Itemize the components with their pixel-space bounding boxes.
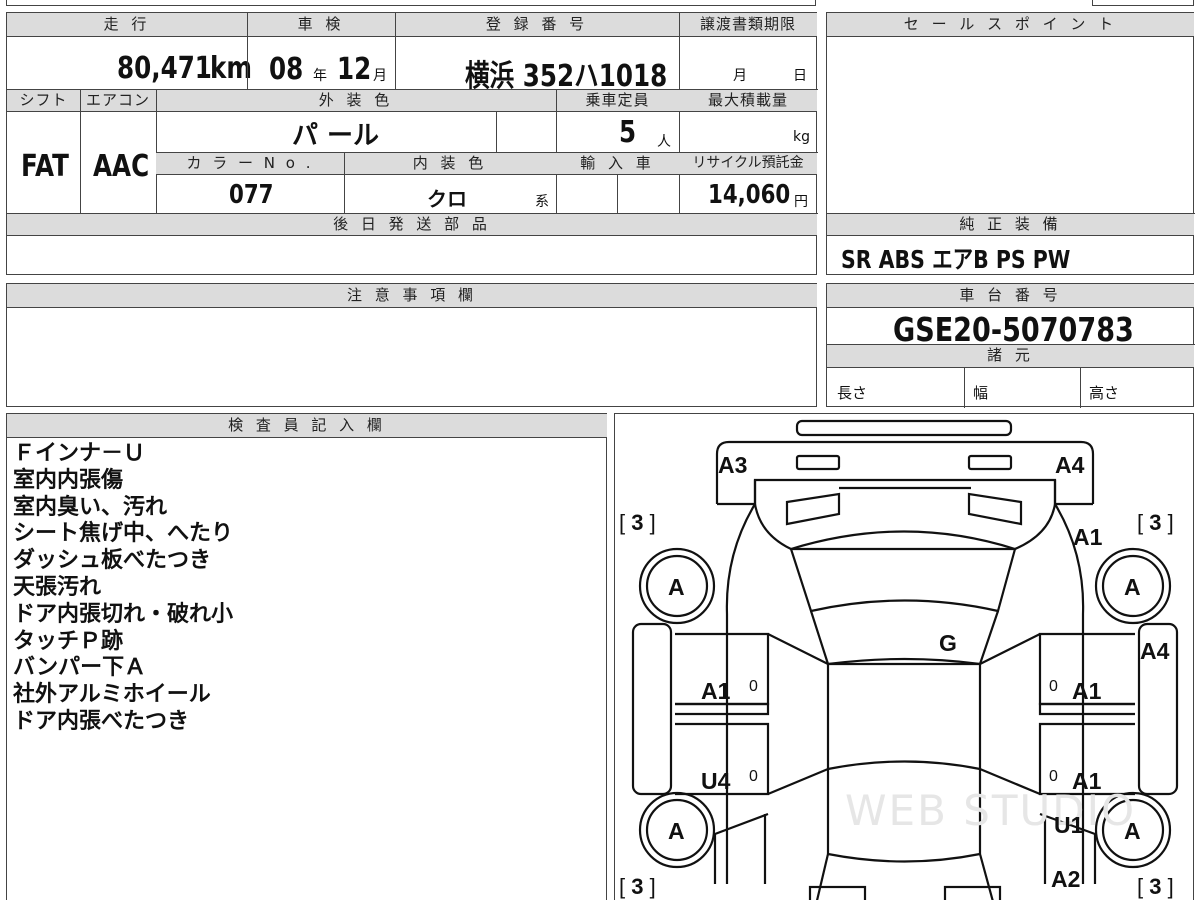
inspection-header: 車 検 bbox=[247, 13, 395, 37]
mark-front-right: A4 bbox=[1055, 452, 1085, 478]
zero-marker: 0 bbox=[749, 678, 758, 695]
later-parts-header: 後 日 発 送 部 品 bbox=[7, 214, 817, 236]
tire-rear-right: A bbox=[1124, 818, 1141, 844]
note-line: 社外アルミホイール bbox=[13, 682, 211, 708]
color-no-value: 077 bbox=[229, 180, 274, 210]
zero-marker: 0 bbox=[1049, 678, 1058, 695]
chassis-header: 車 台 番 号 bbox=[827, 284, 1194, 308]
top-strip bbox=[6, 0, 816, 6]
tread-front-left: [ 3 ] bbox=[619, 510, 656, 535]
interior-header: 内 装 色 bbox=[344, 153, 556, 175]
vehicle-info-table: 走 行 車 検 登 録 番 号 譲渡書類期限 80,471 km 08 年 12… bbox=[6, 12, 818, 275]
mark-fender-right: A1 bbox=[1073, 524, 1103, 550]
spec-width-label: 幅 bbox=[973, 384, 989, 402]
transfer-header: 譲渡書類期限 bbox=[679, 13, 817, 37]
inspection-date: 08 bbox=[269, 52, 311, 87]
tire-rear-left: A bbox=[668, 818, 685, 844]
note-line: 室内内張傷 bbox=[13, 467, 124, 493]
mileage-header: 走 行 bbox=[7, 13, 247, 37]
mark-front-door-right: A1 bbox=[1072, 678, 1102, 704]
note-line: バンパー下Ａ bbox=[13, 655, 147, 681]
interior-value: クロ bbox=[427, 187, 467, 211]
mark-front-left: A3 bbox=[718, 452, 748, 478]
tire-front-left: A bbox=[668, 574, 685, 600]
note-line: ダッシュ板べたつき bbox=[13, 548, 212, 574]
chassis-box: 車 台 番 号 GSE20-5070783 諸 元 長さ 幅 高さ bbox=[826, 283, 1195, 408]
aircon-value: AAC bbox=[93, 149, 150, 184]
transfer-month-unit: 月 bbox=[733, 68, 747, 84]
note-line: タッチＰ跡 bbox=[13, 628, 124, 654]
equipment-value: SR ABS エアB PS PW bbox=[841, 245, 1071, 274]
car-diagram-box: WEB STUDIO A3 A4 A1 G A4 A1 A1 U4 A1 U1 … bbox=[614, 413, 1194, 900]
mileage-unit: km bbox=[210, 51, 252, 86]
inspection-month-unit: 月 bbox=[373, 68, 387, 84]
exterior-value: パ ール bbox=[292, 121, 380, 151]
inspection-year-unit: 年 bbox=[313, 68, 327, 84]
transfer-day-unit: 日 bbox=[793, 68, 807, 84]
mark-rear-quarter-right: U1 bbox=[1054, 812, 1084, 838]
mark-quarter-right: A4 bbox=[1140, 638, 1170, 664]
equipment-header: 純 正 装 備 bbox=[827, 214, 1194, 236]
spec-length-label: 長さ bbox=[837, 384, 868, 402]
sales-point-header: セ ー ル ス ポ イ ン ト bbox=[827, 13, 1194, 37]
zero-marker: 0 bbox=[749, 768, 758, 785]
mark-rear-door-right: A1 bbox=[1072, 768, 1102, 794]
note-line: シート焦げ中、へたり bbox=[13, 521, 234, 547]
recycle-value: 14,060 bbox=[708, 180, 791, 210]
spec-height-label: 高さ bbox=[1089, 384, 1120, 402]
import-header: 輸 入 車 bbox=[556, 153, 679, 175]
note-line: ドア内張べたつき bbox=[13, 708, 190, 734]
recycle-unit: 円 bbox=[794, 194, 808, 210]
color-no-header: カ ラ ー N o . bbox=[156, 153, 344, 175]
tread-rear-right: [ 3 ] bbox=[1137, 874, 1174, 899]
note-line: Ｆインナ－Ｕ bbox=[13, 441, 146, 466]
aircon-header: エアコン bbox=[80, 90, 156, 112]
capacity-header: 乗車定員 bbox=[556, 90, 679, 112]
inspector-box: 検 査 員 記 入 欄 Ｆインナ－Ｕ 室内内張傷 室内臭い、汚れ シート焦げ中、… bbox=[6, 413, 607, 900]
caution-header: 注 意 事 項 欄 bbox=[7, 284, 817, 308]
note-line: 室内臭い、汚れ bbox=[13, 494, 168, 520]
zero-marker: 0 bbox=[1049, 768, 1058, 785]
recycle-header: リサイクル預託金 bbox=[679, 153, 817, 175]
capacity-value: 5 bbox=[619, 115, 637, 150]
mark-windshield: G bbox=[939, 630, 957, 656]
registration-header: 登 録 番 号 bbox=[395, 13, 679, 37]
max-load-unit: kg bbox=[793, 129, 810, 145]
inspector-notes: Ｆインナ－Ｕ 室内内張傷 室内臭い、汚れ シート焦げ中、へたり ダッシュ板べたつ… bbox=[13, 441, 233, 736]
specs-header: 諸 元 bbox=[827, 345, 1194, 368]
mark-rear-door-left: U4 bbox=[701, 768, 731, 794]
mark-rear-bumper-right: A2 bbox=[1051, 866, 1081, 892]
inspection-month: 12 bbox=[337, 52, 372, 87]
tread-front-right: [ 3 ] bbox=[1137, 510, 1174, 535]
mark-front-door-left: A1 bbox=[701, 678, 731, 704]
inspector-header: 検 査 員 記 入 欄 bbox=[7, 414, 607, 438]
tread-rear-left: [ 3 ] bbox=[619, 874, 656, 899]
note-line: ドア内張切れ・破れ小 bbox=[13, 601, 234, 627]
tire-front-right: A bbox=[1124, 574, 1141, 600]
interior-unit: 系 bbox=[535, 194, 549, 210]
shift-value: FAT bbox=[21, 149, 69, 184]
caution-box: 注 意 事 項 欄 bbox=[6, 283, 817, 407]
exterior-header: 外 装 色 bbox=[156, 90, 556, 112]
max-load-header: 最大積載量 bbox=[679, 90, 817, 112]
capacity-unit: 人 bbox=[657, 134, 671, 150]
sales-point-box: セ ー ル ス ポ イ ン ト 純 正 装 備 SR ABS エアB PS PW bbox=[826, 12, 1195, 275]
shift-header: シフト bbox=[7, 90, 80, 112]
top-strip-right bbox=[1092, 0, 1194, 6]
note-line: 天張汚れ bbox=[13, 574, 102, 600]
inspection-year: 08 bbox=[269, 52, 304, 87]
